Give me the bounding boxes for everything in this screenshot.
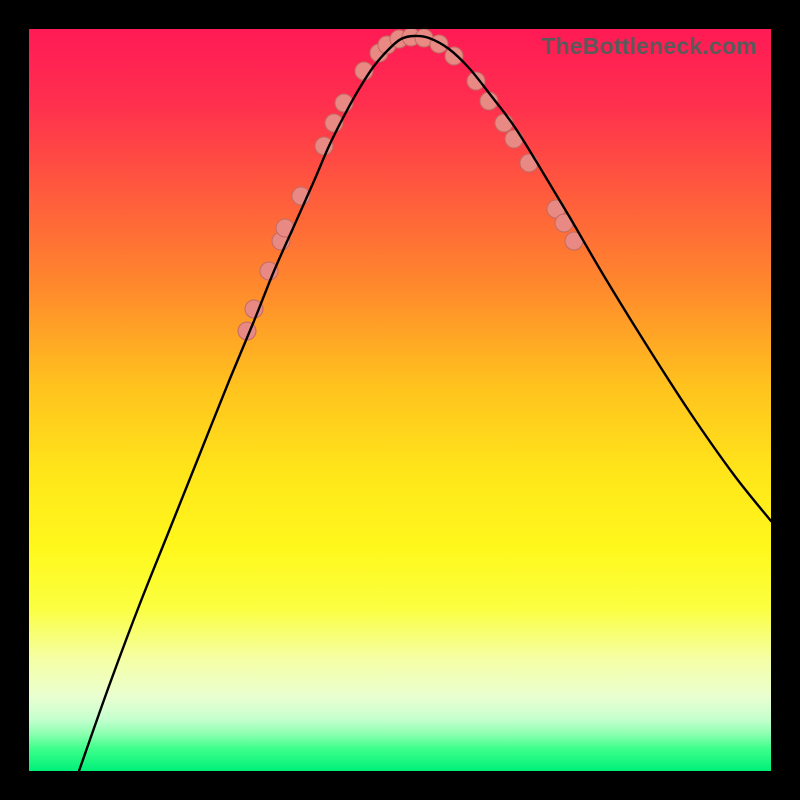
scatter-dots — [238, 29, 583, 340]
data-dot — [430, 35, 448, 53]
data-dot — [520, 154, 538, 172]
data-dot — [445, 47, 463, 65]
data-dot — [495, 114, 513, 132]
data-dot — [505, 130, 523, 148]
bottleneck-curve — [79, 36, 771, 771]
bottleneck-chart — [29, 29, 771, 771]
